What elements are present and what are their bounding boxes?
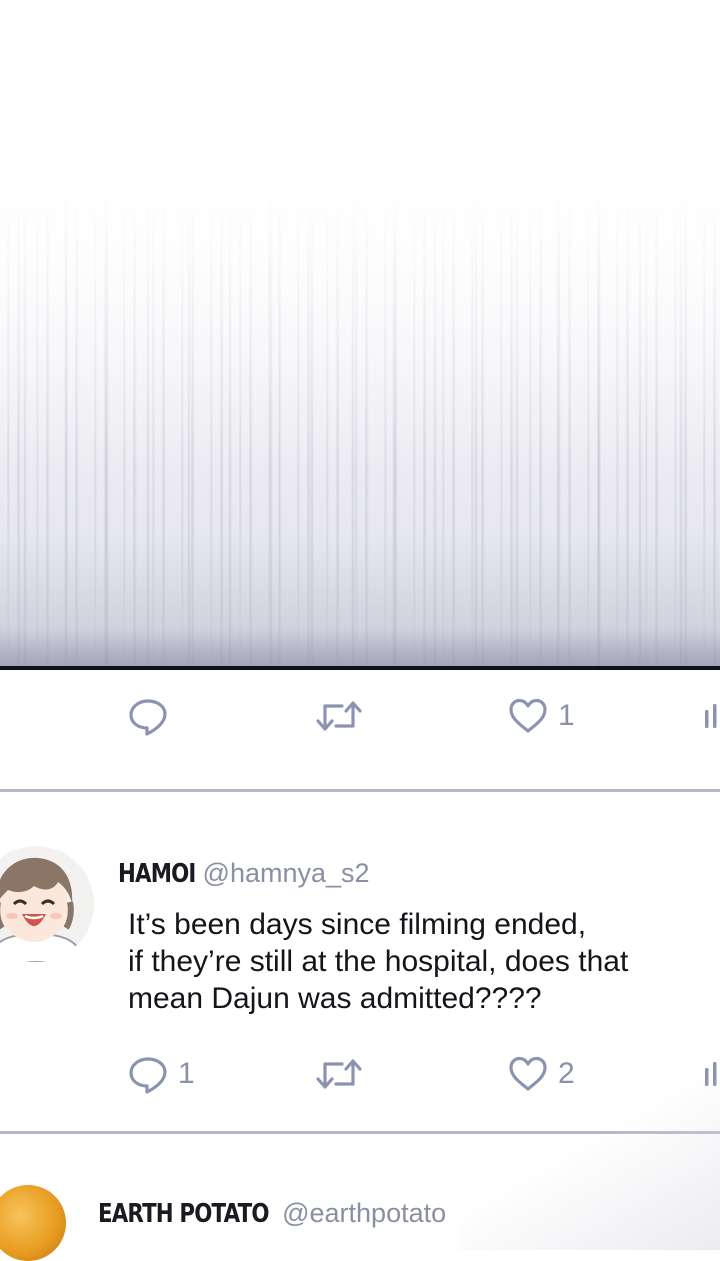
artwork-panel (0, 0, 720, 668)
post1-reply-button[interactable] (128, 694, 178, 738)
corner-shading (460, 1080, 720, 1250)
post2-user-line: HAMOI @hamnya_s2 (118, 858, 370, 889)
avatar[interactable] (0, 846, 94, 962)
retweet-icon (316, 696, 362, 736)
post2-reply-count: 1 (178, 1057, 195, 1090)
reply-icon (128, 696, 168, 736)
post1-retweet-button[interactable] (316, 694, 372, 738)
artwork-border (0, 666, 720, 670)
stats-icon (704, 696, 720, 736)
tweet-text: It’s been days since filming ended, if t… (128, 906, 688, 1017)
reply-icon (128, 1054, 168, 1094)
tweet-text-line: mean Dajun was admitted???? (128, 982, 542, 1015)
post1-stats-button[interactable] (704, 694, 720, 738)
display-name[interactable]: HAMOI (118, 859, 196, 889)
retweet-icon (316, 1054, 362, 1094)
tweet-text-line: It’s been days since filming ended, (128, 908, 587, 941)
post1-action-bar: 1 (0, 694, 720, 738)
post2-reply-button[interactable]: 1 (128, 1052, 195, 1096)
post-divider (0, 789, 720, 792)
post3-user-line: EARTH POTATO @earthpotato (98, 1198, 446, 1229)
artwork-shade (0, 628, 720, 668)
display-name[interactable]: EARTH POTATO (98, 1199, 269, 1229)
avatar-illustration (0, 846, 94, 962)
post1-like-button[interactable]: 1 (508, 694, 575, 738)
post1-like-count: 1 (558, 699, 575, 732)
like-icon (508, 696, 548, 736)
user-handle[interactable]: @earthpotato (282, 1198, 446, 1229)
tweet-text-line: if they’re still at the hospital, does t… (128, 945, 629, 978)
post2-retweet-button[interactable] (316, 1052, 372, 1096)
user-handle[interactable]: @hamnya_s2 (203, 858, 370, 889)
